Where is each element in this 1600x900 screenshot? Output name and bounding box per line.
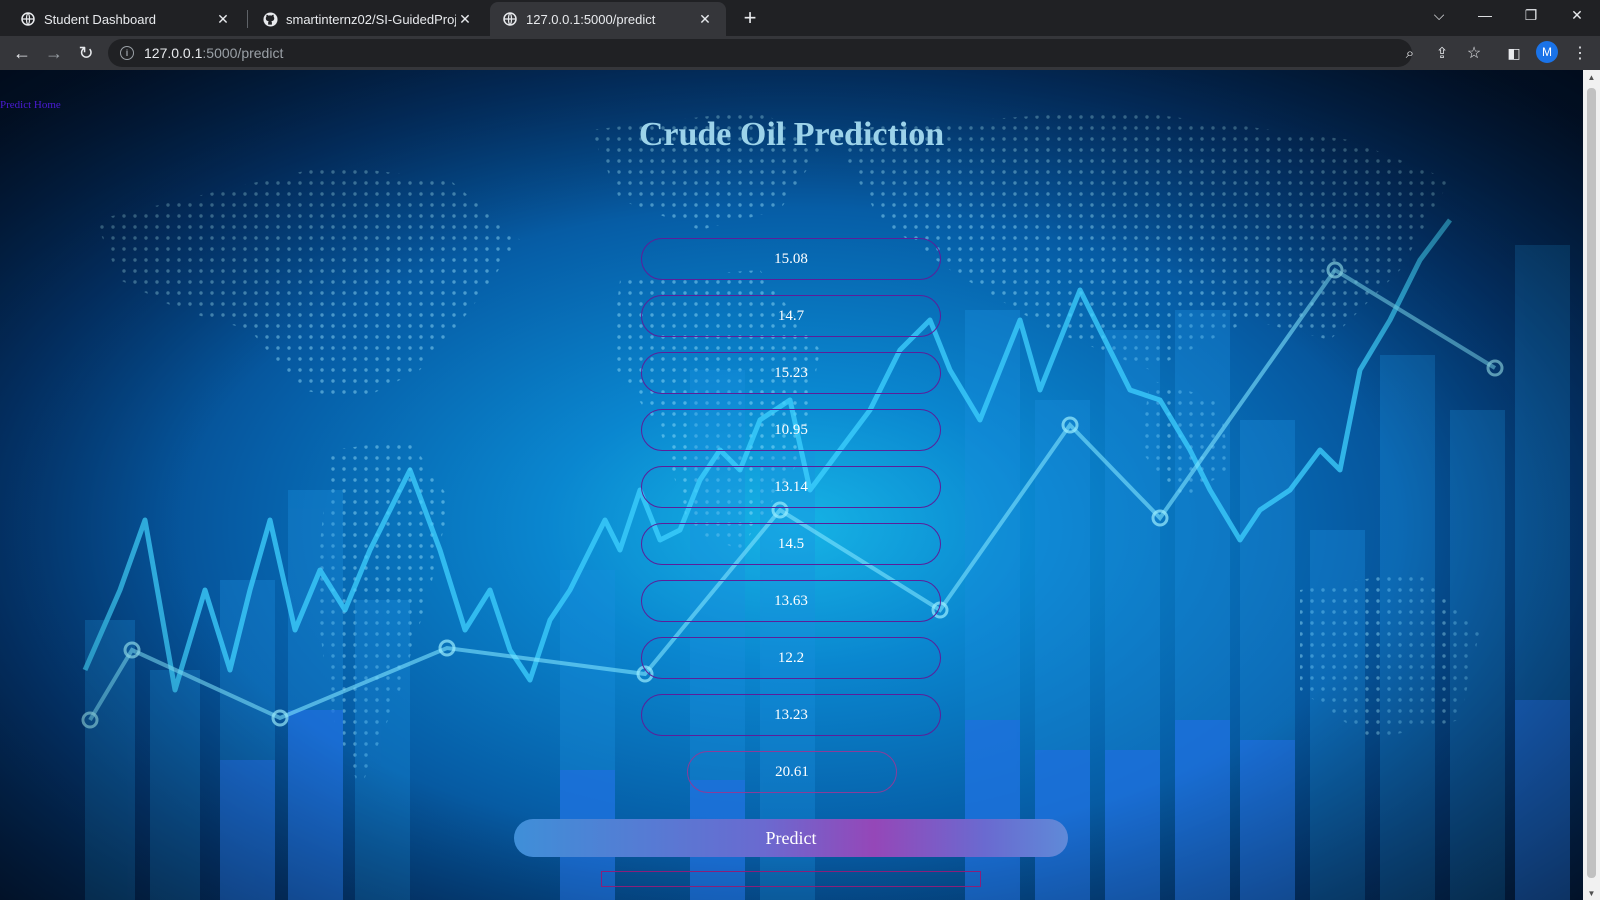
globe-icon <box>502 11 518 27</box>
input-field-7[interactable] <box>641 580 941 622</box>
input-field-4[interactable] <box>641 409 941 451</box>
page-scrollbar[interactable]: ▲ ▼ <box>1583 70 1600 900</box>
reload-icon[interactable]: ↻ <box>72 39 100 67</box>
scroll-down-icon[interactable]: ▼ <box>1583 886 1600 900</box>
restore-button[interactable]: ❐ <box>1508 0 1554 30</box>
input-field-1[interactable] <box>641 238 941 280</box>
site-info-icon[interactable]: i <box>120 46 134 60</box>
tab-search-icon[interactable]: ⌵ <box>1416 0 1462 30</box>
input-field-6[interactable] <box>641 523 941 565</box>
browser-tab-strip: Student Dashboard ✕ smartinternz02/SI-Gu… <box>0 0 1600 36</box>
tab-github[interactable]: smartinternz02/SI-GuidedProject ✕ <box>250 2 486 36</box>
globe-icon <box>20 11 36 27</box>
tab-title: Student Dashboard <box>44 11 157 27</box>
output-box <box>601 871 981 887</box>
input-field-9[interactable] <box>641 694 941 736</box>
github-icon <box>262 11 278 27</box>
tab-title: 127.0.0.1:5000/predict <box>526 11 656 27</box>
input-field-5[interactable] <box>641 466 941 508</box>
tab-title: smartinternz02/SI-GuidedProject <box>286 11 456 27</box>
predict-button[interactable]: Predict <box>514 819 1068 857</box>
close-tab-icon[interactable]: ✕ <box>456 10 474 28</box>
tab-predict[interactable]: 127.0.0.1:5000/predict ✕ <box>490 2 726 36</box>
page-title: Crude Oil Prediction <box>638 116 945 153</box>
nav-link-home[interactable]: Home <box>34 99 61 111</box>
nav-link-predict[interactable]: Predict <box>0 99 31 111</box>
close-tab-icon[interactable]: ✕ <box>214 10 232 28</box>
browser-toolbar: ← → ↻ i 127.0.0.1:5000/predict ⌕ ⇪ ☆ ◧ ⋮ <box>0 36 1600 70</box>
zoom-icon[interactable]: ⌕ <box>1396 39 1424 67</box>
minimize-button[interactable]: — <box>1462 0 1508 30</box>
url-path: :5000/predict <box>202 45 284 61</box>
scrollbar-thumb[interactable] <box>1587 88 1596 878</box>
nav-links: Predict Home <box>0 99 61 111</box>
share-icon[interactable]: ⇪ <box>1428 39 1456 67</box>
page-viewport: Predict Home Crude Oil Prediction Predic… <box>0 70 1583 900</box>
new-tab-button[interactable]: + <box>736 4 764 32</box>
forward-icon[interactable]: → <box>40 39 68 67</box>
prediction-result-field[interactable] <box>687 751 897 793</box>
input-field-8[interactable] <box>641 637 941 679</box>
scroll-up-icon[interactable]: ▲ <box>1583 70 1600 84</box>
tab-separator <box>247 10 248 28</box>
address-bar[interactable]: i 127.0.0.1:5000/predict <box>108 39 1412 67</box>
close-tab-icon[interactable]: ✕ <box>696 10 714 28</box>
input-field-2[interactable] <box>641 295 941 337</box>
menu-kebab-icon[interactable]: ⋮ <box>1566 39 1594 67</box>
profile-avatar[interactable]: M <box>1536 41 1558 63</box>
tab-student-dashboard[interactable]: Student Dashboard ✕ <box>8 2 244 36</box>
back-icon[interactable]: ← <box>8 39 36 67</box>
url-host: 127.0.0.1 <box>144 45 203 61</box>
bookmark-star-icon[interactable]: ☆ <box>1460 39 1488 67</box>
input-field-3[interactable] <box>641 352 941 394</box>
close-window-button[interactable]: ✕ <box>1554 0 1600 30</box>
side-panel-icon[interactable]: ◧ <box>1500 39 1528 67</box>
